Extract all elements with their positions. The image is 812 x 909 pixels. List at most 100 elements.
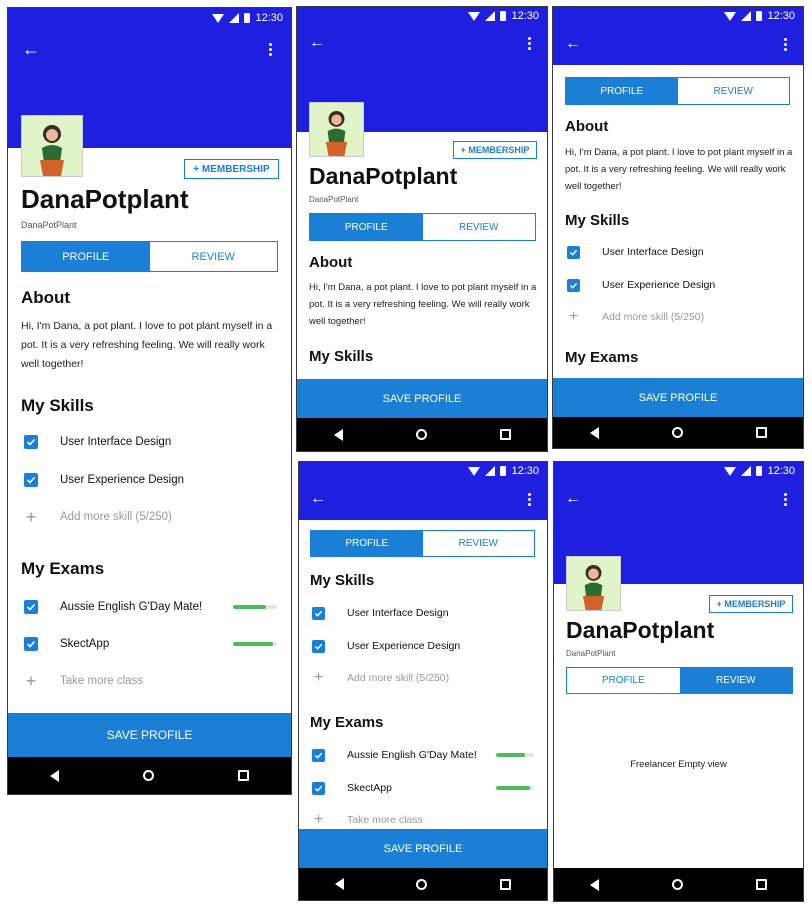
save-profile-button[interactable]: SAVE PROFILE	[297, 379, 547, 418]
profile-handle: DanaPotPlant	[21, 220, 77, 230]
checkbox-checked-icon[interactable]	[312, 639, 325, 653]
nav-home-icon[interactable]	[671, 427, 683, 438]
system-nav-bar	[8, 757, 291, 794]
signal-icon	[741, 11, 752, 21]
tab-profile[interactable]: PROFILE	[22, 242, 150, 271]
checkbox-checked-icon[interactable]	[24, 637, 38, 651]
skill-item[interactable]: User Experience Design	[312, 638, 460, 654]
plus-icon[interactable]: +	[312, 669, 325, 687]
back-arrow-icon[interactable]: ←	[563, 34, 583, 54]
add-skill-row[interactable]: + Add more skill (5/250)	[312, 669, 449, 687]
profile-review-tabs: PROFILE REVIEW	[309, 213, 536, 241]
save-profile-button[interactable]: SAVE PROFILE	[8, 713, 291, 757]
tab-profile[interactable]: PROFILE	[310, 214, 423, 240]
plus-icon[interactable]: +	[312, 811, 325, 829]
tab-profile[interactable]: PROFILE	[566, 78, 678, 104]
exam-item[interactable]: SkectApp	[312, 780, 392, 796]
add-skill-label: Add more skill (5/250)	[602, 311, 705, 323]
checkbox-checked-icon[interactable]	[312, 781, 325, 795]
about-text: Hi, I'm Dana, a pot plant. I love to pot…	[309, 282, 537, 327]
skill-label: User Experience Design	[347, 640, 461, 652]
nav-back-icon[interactable]	[333, 428, 343, 441]
back-arrow-icon[interactable]: ←	[307, 33, 327, 53]
more-vert-icon[interactable]	[259, 38, 281, 60]
more-vert-icon[interactable]	[519, 33, 539, 53]
status-time: 12:30	[767, 10, 795, 22]
skill-label: User Experience Design	[602, 279, 716, 291]
checkbox-checked-icon[interactable]	[24, 435, 38, 449]
exam-item[interactable]: Aussie English G'Day Mate!	[312, 747, 477, 763]
save-profile-button[interactable]: SAVE PROFILE	[553, 378, 803, 417]
membership-button[interactable]: + MEMBERSHIP	[453, 141, 537, 159]
nav-home-icon[interactable]	[671, 879, 683, 890]
avatar	[21, 115, 83, 177]
nav-back-icon[interactable]	[335, 878, 345, 890]
more-vert-icon[interactable]	[775, 34, 795, 54]
membership-button[interactable]: + MEMBERSHIP	[184, 159, 279, 179]
nav-home-icon[interactable]	[415, 429, 427, 440]
skill-label: User Interface Design	[602, 246, 704, 258]
checkbox-checked-icon[interactable]	[567, 245, 580, 259]
more-vert-icon[interactable]	[775, 489, 795, 509]
more-vert-icon[interactable]	[519, 489, 539, 509]
nav-back-icon[interactable]	[50, 769, 59, 782]
save-profile-button[interactable]: SAVE PROFILE	[299, 829, 547, 868]
status-bar: 12:30	[8, 8, 291, 28]
plus-icon[interactable]: +	[567, 308, 580, 326]
nav-back-icon[interactable]	[590, 878, 600, 891]
nav-recent-icon[interactable]	[755, 427, 767, 438]
plus-icon[interactable]: +	[24, 671, 38, 692]
take-class-label: Take more class	[347, 814, 423, 826]
skills-heading: My Skills	[309, 348, 374, 365]
app-bar	[299, 480, 547, 520]
nav-recent-icon[interactable]	[499, 429, 511, 440]
nav-back-icon[interactable]	[589, 426, 599, 439]
nav-recent-icon[interactable]	[499, 878, 511, 890]
skill-item[interactable]: User Experience Design	[24, 471, 184, 489]
nav-recent-icon[interactable]	[238, 770, 249, 781]
signal-icon	[485, 11, 496, 21]
exams-heading: My Exams	[310, 714, 384, 731]
tab-review[interactable]: REVIEW	[423, 214, 536, 240]
tab-review[interactable]: REVIEW	[678, 78, 790, 104]
back-arrow-icon[interactable]: ←	[308, 489, 328, 509]
exam-progress-bar	[496, 753, 534, 757]
skill-item[interactable]: User Interface Design	[24, 433, 171, 451]
take-class-row[interactable]: + Take more class	[312, 811, 423, 829]
nav-home-icon[interactable]	[143, 770, 154, 781]
wifi-icon	[468, 466, 481, 476]
profile-name: DanaPotplant	[309, 163, 458, 189]
take-class-row[interactable]: + Take more class	[24, 671, 144, 692]
back-arrow-icon[interactable]: ←	[20, 38, 42, 60]
tab-profile[interactable]: PROFILE	[567, 668, 680, 693]
tab-profile[interactable]: PROFILE	[311, 531, 423, 556]
add-skill-row[interactable]: + Add more skill (5/250)	[24, 507, 172, 528]
checkbox-checked-icon[interactable]	[567, 278, 580, 292]
phone-screen-full-profile: 12:30 ← + MEMBERSHIP DanaPotplant DanaPo…	[7, 7, 292, 795]
checkbox-checked-icon[interactable]	[312, 606, 325, 620]
exam-item[interactable]: SkectApp	[24, 635, 109, 653]
skill-item[interactable]: User Interface Design	[312, 605, 449, 621]
membership-button[interactable]: + MEMBERSHIP	[709, 595, 793, 613]
profile-name: DanaPotplant	[21, 184, 189, 214]
skill-item[interactable]: User Experience Design	[567, 277, 715, 293]
plus-icon[interactable]: +	[24, 507, 38, 528]
tab-review[interactable]: REVIEW	[423, 531, 535, 556]
tab-review[interactable]: REVIEW	[679, 668, 792, 693]
tab-review[interactable]: REVIEW	[150, 242, 278, 271]
wifi-icon	[724, 11, 737, 21]
exams-heading: My Exams	[565, 349, 639, 366]
add-skill-row[interactable]: + Add more skill (5/250)	[567, 308, 705, 326]
exam-item[interactable]: Aussie English G'Day Mate!	[24, 598, 202, 616]
checkbox-checked-icon[interactable]	[24, 600, 38, 614]
back-arrow-icon[interactable]: ←	[563, 489, 583, 509]
nav-recent-icon[interactable]	[755, 879, 767, 890]
checkbox-checked-icon[interactable]	[312, 748, 325, 762]
profile-review-tabs: PROFILE REVIEW	[21, 241, 278, 272]
nav-home-icon[interactable]	[416, 878, 428, 890]
system-nav-bar	[554, 868, 803, 901]
about-text: Hi, I'm Dana, a pot plant. I love to pot…	[21, 320, 273, 370]
skill-item[interactable]: User Interface Design	[567, 244, 704, 260]
take-class-label: Take more class	[60, 675, 144, 687]
checkbox-checked-icon[interactable]	[24, 473, 38, 487]
